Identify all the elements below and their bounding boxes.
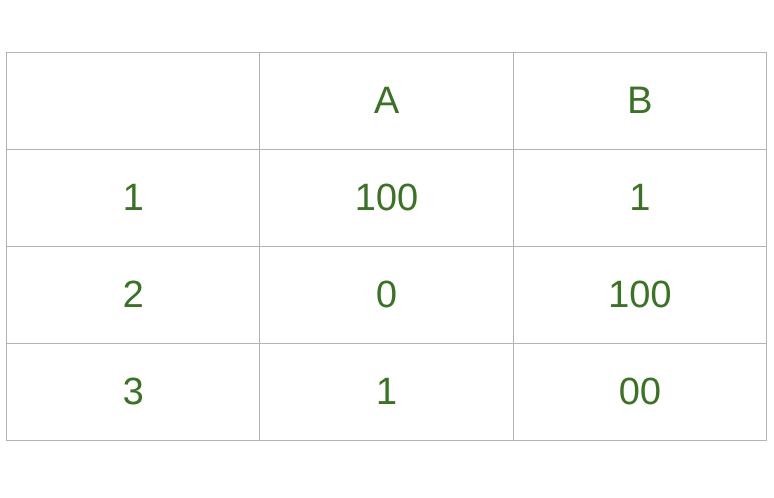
table-cell: 100: [259, 149, 514, 247]
table-row: 1 100 1: [5, 149, 768, 247]
table-row: 2 0 100: [5, 246, 768, 344]
table-cell: 00: [512, 343, 768, 441]
row-label-cell: 2: [5, 246, 261, 344]
row-label-cell: 1: [5, 149, 261, 247]
table-cell: 1: [512, 149, 768, 247]
table-row: 3 1 00: [5, 343, 768, 441]
header-row: A B: [5, 52, 768, 150]
header-cell-b: B: [512, 52, 768, 150]
table-cell: 0: [259, 246, 514, 344]
header-cell-a: A: [259, 52, 514, 150]
row-label-cell: 3: [5, 343, 261, 441]
header-cell-corner: [5, 52, 261, 150]
table-cell: 1: [259, 343, 514, 441]
data-table: A B 1 100 1 2 0 100 3 1 00: [5, 52, 768, 441]
table-cell: 100: [512, 246, 768, 344]
